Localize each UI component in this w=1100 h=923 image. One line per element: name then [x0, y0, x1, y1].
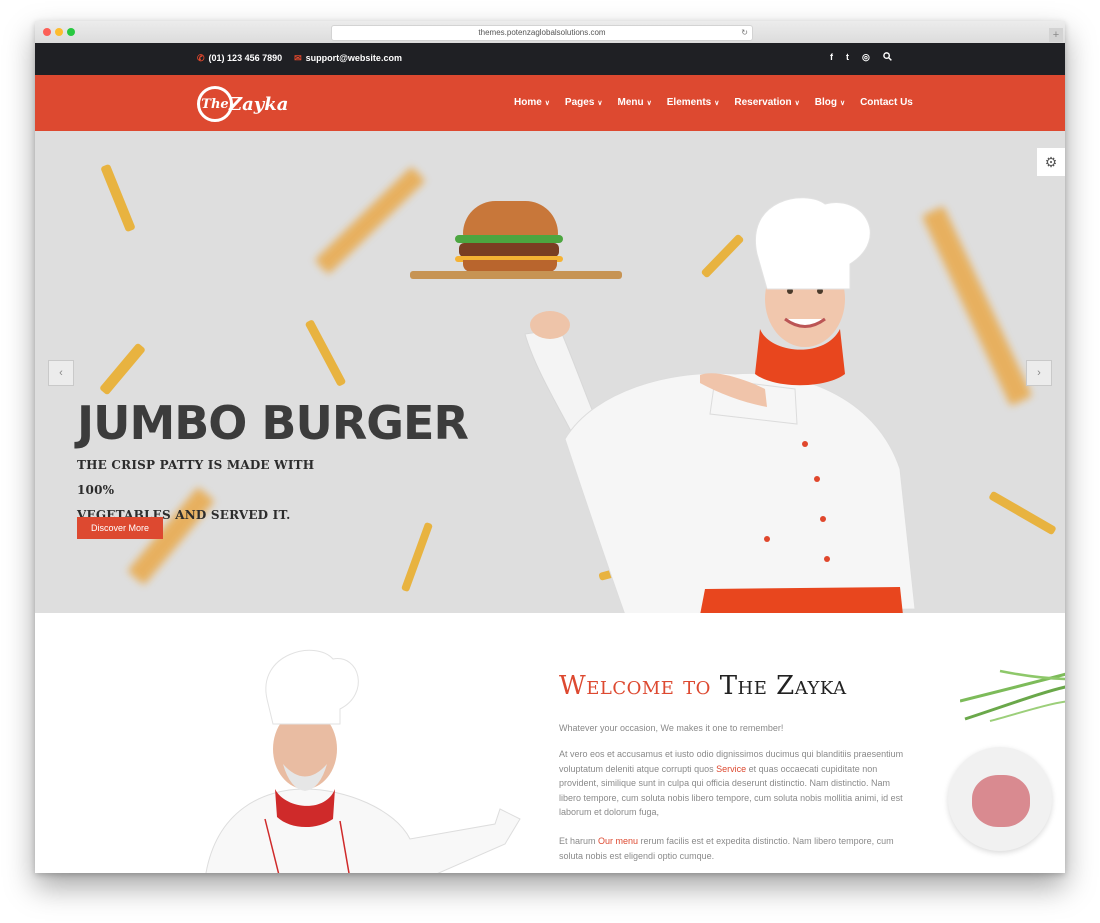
contact-info: ✆ (01) 123 456 7890 ✉ support@website.com	[197, 53, 402, 64]
nav-item-reservation[interactable]: Reservation ∨	[734, 97, 799, 108]
phone-icon: ✆	[197, 53, 205, 63]
nav-item-elements[interactable]: Elements ∨	[667, 97, 720, 108]
nav-item-label: Menu	[617, 97, 644, 108]
close-window-button[interactable]	[43, 28, 51, 36]
welcome-tagline: Whatever your occasion, We makes it one …	[559, 723, 784, 733]
url-text: themes.potenzaglobalsolutions.com	[478, 28, 606, 37]
nav-item-label: Reservation	[734, 97, 792, 108]
chevron-down-icon: ∨	[597, 100, 603, 107]
fry-decoration	[99, 342, 146, 396]
chevron-down-icon: ∨	[544, 100, 550, 107]
instagram-icon[interactable]: ◎	[862, 52, 870, 63]
main-header: The Zayka Home ∨ Pages ∨ Menu ∨ Elements ∨ R…	[35, 75, 1065, 131]
nav-item-menu[interactable]: Menu ∨	[618, 97, 652, 108]
chevron-down-icon: ∨	[714, 100, 720, 107]
welcome-paragraph-1: At vero eos et accusamus et iusto odio d…	[559, 747, 904, 820]
phone-number: (01) 123 456 7890	[208, 53, 283, 63]
email-address: support@website.com	[305, 53, 402, 63]
service-link[interactable]: Service	[716, 764, 746, 774]
main-nav: Home ∨ Pages ∨ Menu ∨ Elements ∨ Reservation…	[514, 97, 928, 108]
new-tab-button[interactable]: +	[1049, 28, 1063, 42]
settings-gear-icon[interactable]: ⚙	[1037, 148, 1065, 176]
maximize-window-button[interactable]	[67, 28, 75, 36]
logo-mark: The	[197, 86, 233, 122]
fry-decoration	[304, 319, 347, 387]
welcome-section: Welcome to The Zayka Whatever your occas…	[35, 613, 1065, 873]
envelope-icon: ✉	[294, 53, 302, 63]
hero-subtitle-line-1: THE CRISP PATTY IS MADE WITH 100%	[77, 458, 315, 497]
nav-item-label: Blog	[814, 97, 837, 108]
discover-more-button[interactable]: Discover More	[77, 517, 163, 539]
nav-item-contact-us[interactable]: Contact Us	[860, 97, 913, 108]
email-contact[interactable]: ✉ support@website.com	[294, 53, 402, 64]
chevron-down-icon: ∨	[646, 100, 652, 107]
reload-icon[interactable]: ↻	[741, 26, 748, 40]
welcome-paragraph-2: Et harum Our menu rerum facilis est et e…	[559, 834, 904, 863]
chevron-down-icon: ∨	[839, 100, 846, 107]
fry-decoration	[400, 521, 434, 593]
nav-item-label: Pages	[564, 97, 595, 108]
hero-slider: ⚙ ‹ › JUMBO BURGER THE CRISP PATTY IS MA…	[35, 131, 1065, 613]
browser-window: themes.potenzaglobalsolutions.com ↻ + ✆(…	[35, 21, 1065, 873]
nav-item-home[interactable]: Home ∨	[514, 97, 550, 108]
twitter-icon[interactable]: t	[846, 52, 849, 63]
herbs-decoration	[960, 669, 1065, 722]
nav-item-label: Home	[514, 97, 542, 108]
nav-item-label: Elements	[666, 97, 712, 108]
slider-next-button[interactable]: ›	[1026, 360, 1052, 386]
chef-image	[524, 197, 916, 613]
fry-decoration	[988, 490, 1057, 536]
nav-item-label: Contact Us	[860, 97, 913, 108]
fry-decoration	[921, 205, 1033, 407]
top-bar: ✆ (01) 123 456 7890 ✉ support@website.com …	[35, 43, 1065, 75]
site-logo[interactable]: The Zayka	[197, 85, 288, 123]
nav-item-blog[interactable]: Blog ∨	[815, 97, 845, 108]
fry-decoration	[314, 166, 426, 275]
welcome-title: Welcome to The Zayka	[559, 671, 847, 701]
phone-contact[interactable]: ✆ (01) 123 456 7890	[197, 53, 282, 64]
paragraph-text: Et harum	[559, 836, 599, 846]
facebook-icon[interactable]: f	[830, 52, 833, 63]
browser-toolbar: themes.potenzaglobalsolutions.com ↻ +	[35, 21, 1065, 44]
search-icon[interactable]	[883, 52, 892, 63]
nav-item-pages[interactable]: Pages ∨	[565, 97, 603, 108]
chevron-down-icon: ∨	[794, 100, 800, 107]
slider-prev-button[interactable]: ‹	[48, 360, 74, 386]
welcome-title-brand: The Zayka	[719, 671, 847, 701]
welcome-title-accent: Welcome to	[559, 671, 711, 701]
logo-text: Zayka	[229, 93, 289, 115]
head-chef-image	[205, 649, 521, 873]
our-menu-link[interactable]: Our menu	[598, 836, 638, 846]
minced-meat	[972, 775, 1030, 827]
address-bar[interactable]: themes.potenzaglobalsolutions.com ↻	[331, 25, 753, 41]
minimize-window-button[interactable]	[55, 28, 63, 36]
fry-decoration	[100, 163, 136, 233]
plate-image	[948, 747, 1052, 851]
social-links: f t ◎	[830, 52, 892, 63]
hero-title: JUMBO BURGER	[77, 396, 469, 450]
